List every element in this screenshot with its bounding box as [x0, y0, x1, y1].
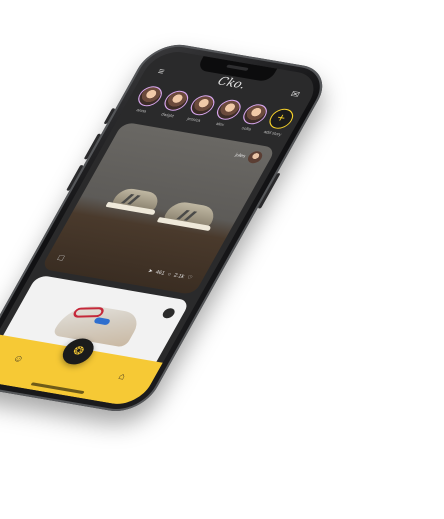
camera-icon: ❂ [70, 344, 87, 359]
feed-post[interactable]: jules □ ➤ 461 ○ 2.1k ♡ [40, 121, 277, 295]
story-username: add story [262, 128, 283, 137]
comment-icon[interactable]: ○ [166, 271, 172, 277]
share-count: 461 [153, 269, 167, 277]
profile-icon[interactable]: ☺ [11, 353, 26, 364]
post-image-shoe [105, 185, 165, 216]
chat-icon[interactable]: ✉ [289, 89, 302, 100]
post-image-shoe [156, 198, 223, 231]
share-icon[interactable]: ➤ [146, 268, 154, 275]
like-count: 2.1k [172, 272, 186, 281]
product-mockup: ≡ Cko. ✉ anna dwight jessica alex sofia … [0, 0, 444, 519]
post-author-name: jules [234, 151, 248, 159]
home-icon[interactable]: ⌂ [117, 371, 128, 382]
story-username: anna [135, 107, 148, 114]
more-icon[interactable] [160, 307, 177, 320]
story-username: jessica [186, 115, 202, 123]
story-username: dwight [160, 111, 176, 119]
avatar [245, 150, 265, 165]
story-username: sofia [240, 125, 253, 132]
menu-icon[interactable]: ≡ [156, 66, 167, 77]
plus-icon: + [264, 107, 297, 131]
bookmark-icon[interactable]: □ [56, 253, 66, 263]
phone-device: ≡ Cko. ✉ anna dwight jessica alex sofia … [0, 40, 335, 416]
brand-logo: Cko. [215, 74, 249, 92]
heart-icon[interactable]: ♡ [185, 275, 193, 282]
story-username: alex [215, 120, 226, 127]
post-author[interactable]: jules [233, 148, 265, 165]
